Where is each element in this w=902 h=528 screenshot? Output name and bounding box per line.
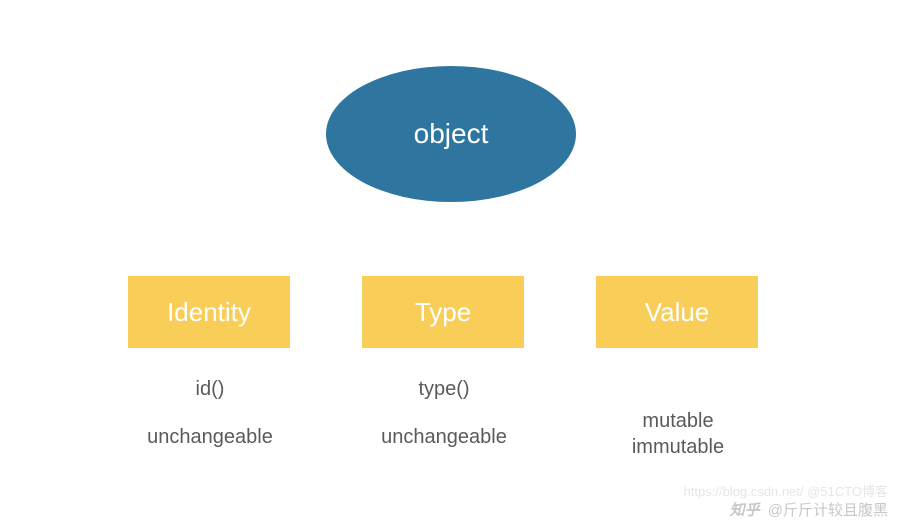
- fn-type: type(): [344, 376, 544, 402]
- desc-identity: unchangeable: [110, 424, 310, 450]
- desc-type: unchangeable: [344, 424, 544, 450]
- watermark-logo: 知乎: [730, 502, 760, 519]
- watermark-primary: 知乎 @斤斤计较且腹黑: [730, 499, 888, 520]
- desc-value-line1: mutable: [642, 410, 713, 432]
- box-type: Type: [362, 276, 524, 348]
- watermark-handle: @斤斤计较且腹黑: [768, 502, 888, 519]
- root-label: object: [414, 118, 489, 150]
- fn-identity: id(): [110, 376, 310, 402]
- desc-value-line2: immutable: [632, 436, 724, 458]
- desc-value: mutable immutable: [578, 408, 778, 460]
- box-value-title: Value: [645, 297, 710, 328]
- box-identity-title: Identity: [167, 297, 251, 328]
- watermark-secondary: https://blog.csdn.net/ @51CTO博客: [684, 481, 888, 500]
- box-value: Value: [596, 276, 758, 348]
- box-type-title: Type: [415, 297, 471, 328]
- root-oval: object: [326, 66, 576, 202]
- box-identity: Identity: [128, 276, 290, 348]
